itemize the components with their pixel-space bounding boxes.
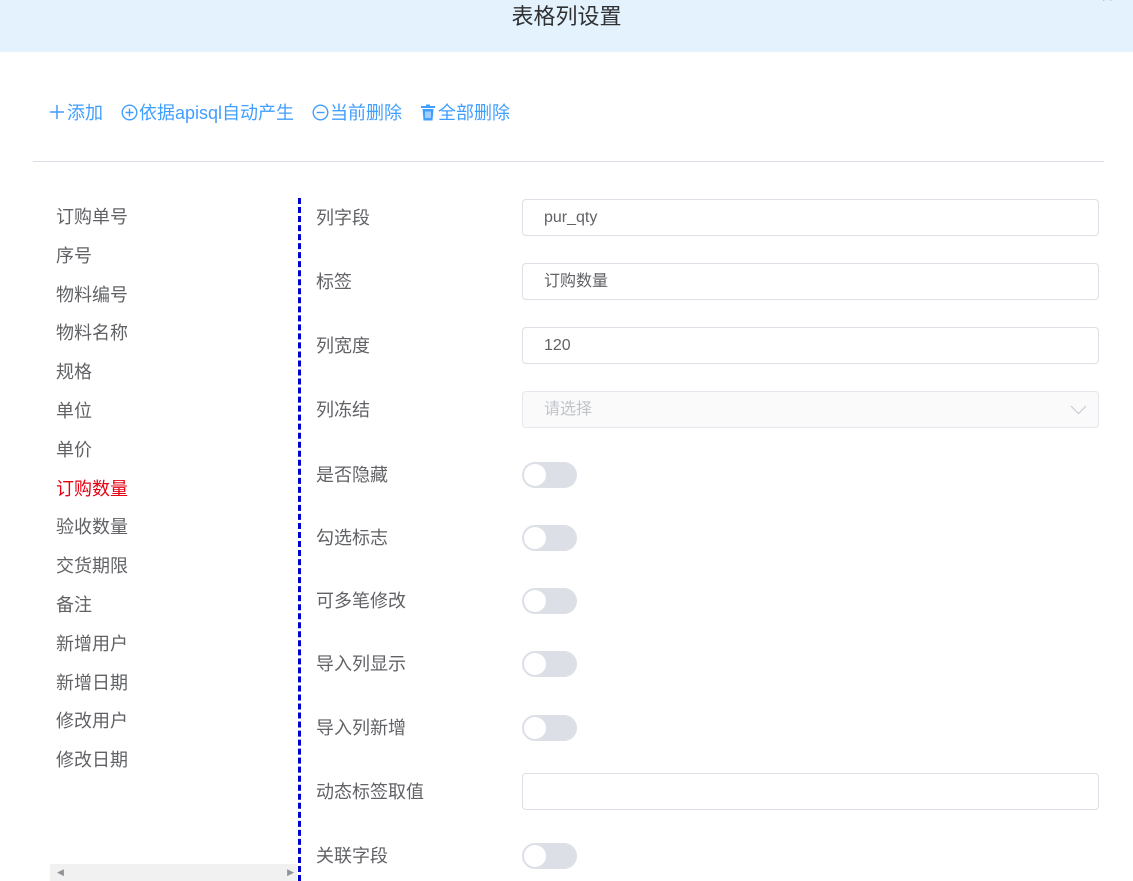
column-list-item[interactable]: 序号 — [56, 237, 286, 276]
column-list-item[interactable]: 物料名称 — [56, 314, 286, 353]
import-add-row: 导入列新增 — [316, 708, 1106, 748]
field-input[interactable]: pur_qty — [522, 199, 1099, 236]
related-label: 关联字段 — [316, 846, 388, 866]
plus-icon — [48, 103, 66, 121]
plus-circle-icon — [120, 103, 138, 121]
tag-label: 标签 — [316, 272, 352, 292]
dialog-header: 表格列设置 × — [0, 0, 1133, 52]
toggle-knob — [524, 845, 546, 867]
freeze-select[interactable]: 请选择 — [522, 391, 1099, 428]
column-list-item[interactable]: 物料编号 — [56, 276, 286, 315]
toggle-knob — [524, 717, 546, 739]
import-show-label: 导入列显示 — [316, 654, 406, 674]
toggle-knob — [524, 590, 546, 612]
delete-all-button[interactable]: 全部删除 — [419, 99, 510, 125]
toggle-knob — [524, 653, 546, 675]
freeze-label: 列冻结 — [316, 400, 370, 420]
minus-circle-icon — [311, 103, 329, 121]
trash-icon — [419, 103, 437, 121]
related-row: 关联字段 — [316, 836, 1106, 876]
related-toggle[interactable] — [522, 843, 577, 869]
column-list-item[interactable]: 新增日期 — [56, 664, 286, 703]
column-list-item[interactable]: 修改用户 — [56, 702, 286, 741]
delete-all-label: 全部删除 — [438, 103, 511, 123]
width-label: 列宽度 — [316, 336, 370, 356]
scroll-right-icon[interactable]: ▶ — [287, 864, 294, 881]
dynamic-label: 动态标签取值 — [316, 782, 424, 802]
import-show-row: 导入列显示 — [316, 644, 1106, 684]
auto-generate-button[interactable]: 依据apisql自动产生 — [120, 99, 294, 125]
column-list-item[interactable]: 单位 — [56, 392, 286, 431]
tag-row: 标签 订购数量 — [316, 262, 1106, 302]
dialog-title: 表格列设置 — [511, 4, 622, 29]
column-list-item[interactable]: 修改日期 — [56, 741, 286, 780]
import-show-toggle[interactable] — [522, 651, 577, 677]
import-add-label: 导入列新增 — [316, 718, 406, 738]
freeze-placeholder: 请选择 — [544, 401, 593, 418]
add-button-label: 添加 — [67, 103, 103, 123]
column-list-item[interactable]: 新增用户 — [56, 625, 286, 664]
multi-edit-label: 可多笔修改 — [316, 591, 406, 611]
toggle-knob — [524, 527, 546, 549]
field-row: 列字段 pur_qty — [316, 198, 1106, 238]
column-list-item[interactable]: 订购单号 — [56, 198, 286, 237]
width-row: 列宽度 120 — [316, 326, 1106, 366]
tag-input[interactable]: 订购数量 — [522, 263, 1099, 300]
column-list-item[interactable]: 备注 — [56, 586, 286, 625]
delete-current-button[interactable]: 当前删除 — [311, 99, 402, 125]
width-input[interactable]: 120 — [522, 327, 1099, 364]
auto-generate-label: 依据apisql自动产生 — [139, 103, 295, 123]
dynamic-input[interactable] — [522, 773, 1099, 810]
dynamic-row: 动态标签取值 — [316, 772, 1106, 812]
toggle-knob — [524, 464, 546, 486]
hidden-toggle[interactable] — [522, 462, 577, 488]
column-list-item-active[interactable]: 订购数量 — [56, 470, 286, 509]
close-icon[interactable]: × — [1101, 0, 1113, 9]
panel-divider — [298, 198, 301, 881]
import-add-toggle[interactable] — [522, 715, 577, 741]
hidden-row: 是否隐藏 — [316, 455, 1106, 495]
toolbar: 添加 依据apisql自动产生 当前删除 全部删除 — [48, 98, 527, 126]
scroll-left-icon[interactable]: ◀ — [57, 864, 64, 881]
column-list-item[interactable]: 验收数量 — [56, 508, 286, 547]
column-list-item[interactable]: 交货期限 — [56, 547, 286, 586]
multi-edit-row: 可多笔修改 — [316, 581, 1106, 621]
field-label: 列字段 — [316, 208, 370, 228]
check-toggle[interactable] — [522, 525, 577, 551]
column-list-item[interactable]: 规格 — [56, 353, 286, 392]
column-list: 订购单号 序号 物料编号 物料名称 规格 单位 单价 订购数量 验收数量 交货期… — [56, 198, 286, 780]
check-label: 勾选标志 — [316, 528, 388, 548]
check-row: 勾选标志 — [316, 518, 1106, 558]
multi-edit-toggle[interactable] — [522, 588, 577, 614]
horizontal-scrollbar[interactable]: ◀ ▶ — [50, 864, 297, 881]
add-button[interactable]: 添加 — [48, 99, 103, 125]
column-list-item[interactable]: 单价 — [56, 431, 286, 470]
chevron-down-icon — [1070, 398, 1087, 415]
toolbar-divider — [33, 161, 1104, 162]
hidden-label: 是否隐藏 — [316, 465, 388, 485]
freeze-row: 列冻结 请选择 — [316, 390, 1106, 430]
delete-current-label: 当前删除 — [330, 103, 403, 123]
